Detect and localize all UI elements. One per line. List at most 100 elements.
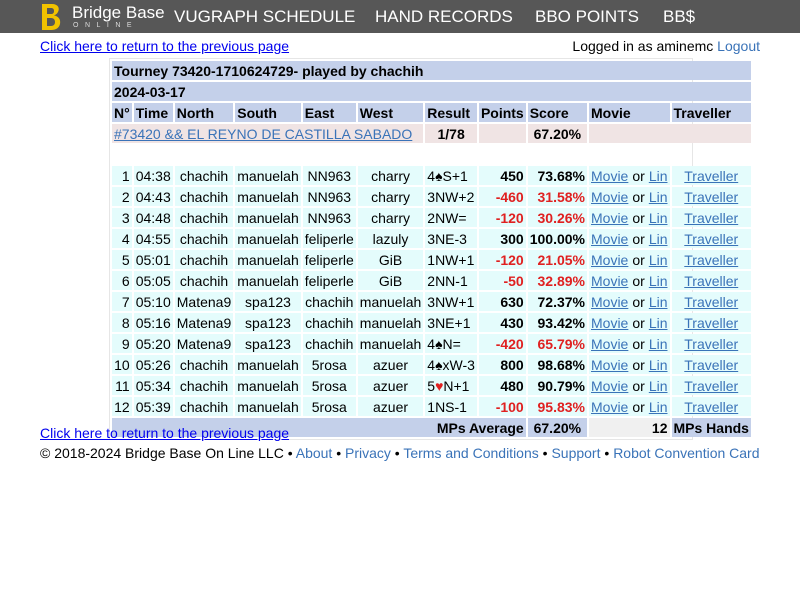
- south-player: manuelah: [235, 208, 301, 227]
- contract-result: 3NE+1: [425, 313, 477, 332]
- tourney-link[interactable]: #73420 && EL REYNO DE CASTILLA SABADO: [114, 126, 412, 142]
- or-text: or: [632, 356, 645, 373]
- board-time: 05:10: [133, 292, 173, 311]
- traveller-link[interactable]: Traveller: [684, 168, 738, 184]
- board-number: 6: [112, 271, 132, 290]
- lin-link[interactable]: Lin: [649, 399, 668, 415]
- traveller-cell: Traveller: [671, 292, 751, 311]
- board-time: 04:55: [133, 229, 173, 248]
- nav-vugraph-schedule[interactable]: VUGRAPH SCHEDULE: [174, 7, 355, 27]
- lin-link[interactable]: Lin: [649, 231, 668, 247]
- result-detail: S+1: [442, 167, 468, 184]
- movie-link[interactable]: Movie: [591, 168, 628, 184]
- lin-link[interactable]: Lin: [649, 273, 668, 289]
- footer-link-about[interactable]: About: [296, 445, 333, 461]
- footer-link-privacy[interactable]: Privacy: [345, 445, 391, 461]
- lin-link[interactable]: Lin: [649, 168, 668, 184]
- column-headers: N° Time North South East West Result Poi…: [112, 103, 751, 122]
- logout-link[interactable]: Logout: [717, 38, 760, 54]
- traveller-link[interactable]: Traveller: [684, 357, 738, 373]
- traveller-link[interactable]: Traveller: [684, 273, 738, 289]
- traveller-link[interactable]: Traveller: [684, 315, 738, 331]
- traveller-link[interactable]: Traveller: [684, 231, 738, 247]
- traveller-link[interactable]: Traveller: [684, 294, 738, 310]
- lin-link[interactable]: Lin: [649, 357, 668, 373]
- lin-link[interactable]: Lin: [649, 378, 668, 394]
- back-link-bottom[interactable]: Click here to return to the previous pag…: [40, 425, 289, 441]
- board-number: 9: [112, 334, 132, 353]
- lin-link[interactable]: Lin: [649, 189, 668, 205]
- nav-hand-records[interactable]: HAND RECORDS: [375, 7, 513, 27]
- traveller-link[interactable]: Traveller: [684, 336, 738, 352]
- footer-link-support[interactable]: Support: [551, 445, 600, 461]
- lin-link[interactable]: Lin: [649, 294, 668, 310]
- south-player: manuelah: [235, 271, 301, 290]
- traveller-cell: Traveller: [671, 229, 751, 248]
- south-player: manuelah: [235, 166, 301, 185]
- points: -420: [478, 334, 526, 353]
- contract-result: 3NW+1: [425, 292, 477, 311]
- points: -120: [478, 208, 526, 227]
- lin-link[interactable]: Lin: [649, 336, 668, 352]
- col-traveller: Traveller: [671, 103, 751, 122]
- board-time: 05:39: [133, 397, 173, 416]
- points: 300: [478, 229, 526, 248]
- movie-link[interactable]: Movie: [591, 273, 628, 289]
- nav-bb-dollars[interactable]: BB$: [663, 7, 695, 27]
- col-south: South: [235, 103, 301, 122]
- score: 31.58%: [527, 187, 587, 206]
- table-row: 1 04:38 chachih manuelah NN963 charry 4♠S+1 450…: [112, 166, 751, 185]
- movie-link[interactable]: Movie: [591, 294, 628, 310]
- movie-cell: Movie or Lin: [589, 166, 670, 185]
- movie-link[interactable]: Movie: [591, 357, 628, 373]
- movie-link[interactable]: Movie: [591, 189, 628, 205]
- board-time: 05:20: [133, 334, 173, 353]
- points: 480: [478, 376, 526, 395]
- contract-result: 4♠S+1: [425, 166, 477, 185]
- movie-link[interactable]: Movie: [591, 252, 628, 268]
- traveller-cell: Traveller: [671, 334, 751, 353]
- lin-link[interactable]: Lin: [649, 315, 668, 331]
- movie-link[interactable]: Movie: [591, 210, 628, 226]
- movie-link[interactable]: Movie: [591, 378, 628, 394]
- north-player: chachih: [174, 250, 234, 269]
- traveller-link[interactable]: Traveller: [684, 189, 738, 205]
- movie-link[interactable]: Movie: [591, 231, 628, 247]
- login-status: Logged in as aminemc Logout: [572, 38, 760, 54]
- table-row: 4 04:55 chachih manuelah feliperle lazuly 3NE-…: [112, 229, 751, 248]
- footer-average: 67.20%: [527, 418, 587, 437]
- traveller-link[interactable]: Traveller: [684, 399, 738, 415]
- north-player: chachih: [174, 187, 234, 206]
- nav-bbo-points[interactable]: BBO POINTS: [535, 7, 639, 27]
- movie-link[interactable]: Movie: [591, 315, 628, 331]
- result-level: 3NE-3: [427, 230, 467, 247]
- footer-link-terms[interactable]: Terms and Conditions: [403, 445, 538, 461]
- lin-link[interactable]: Lin: [649, 210, 668, 226]
- traveller-cell: Traveller: [671, 187, 751, 206]
- lin-link[interactable]: Lin: [649, 252, 668, 268]
- table-row: 12 05:39 chachih manuelah 5rosa azuer 1NS-1 -10…: [112, 397, 751, 416]
- contract-result: 2NW=: [425, 208, 477, 227]
- traveller-link[interactable]: Traveller: [684, 252, 738, 268]
- board-time: 04:38: [133, 166, 173, 185]
- traveller-link[interactable]: Traveller: [684, 378, 738, 394]
- movie-cell: Movie or Lin: [589, 355, 670, 374]
- back-link-top[interactable]: Click here to return to the previous pag…: [40, 38, 289, 54]
- movie-cell: Movie or Lin: [589, 250, 670, 269]
- footer-link-robot-convention-card[interactable]: Robot Convention Card: [613, 445, 759, 461]
- score: 100.00%: [527, 229, 587, 248]
- west-player: charry: [357, 187, 424, 206]
- score: 95.83%: [527, 397, 587, 416]
- traveller-link[interactable]: Traveller: [684, 210, 738, 226]
- login-user: aminemc: [656, 38, 714, 54]
- north-player: chachih: [174, 208, 234, 227]
- movie-link[interactable]: Movie: [591, 399, 628, 415]
- bbo-logo[interactable]: Bridge Base ONLINE: [38, 2, 168, 32]
- movie-link[interactable]: Movie: [591, 336, 628, 352]
- movie-cell: Movie or Lin: [589, 229, 670, 248]
- results-table: Tourney 73420-1710624729- played by chac…: [110, 59, 753, 439]
- table-row: 10 05:26 chachih manuelah 5rosa azuer 4♠xW-3 80…: [112, 355, 751, 374]
- south-player: manuelah: [235, 250, 301, 269]
- bbo-logo-icon: [42, 4, 61, 30]
- table-row: 2 04:43 chachih manuelah NN963 charry 3NW+2 -46…: [112, 187, 751, 206]
